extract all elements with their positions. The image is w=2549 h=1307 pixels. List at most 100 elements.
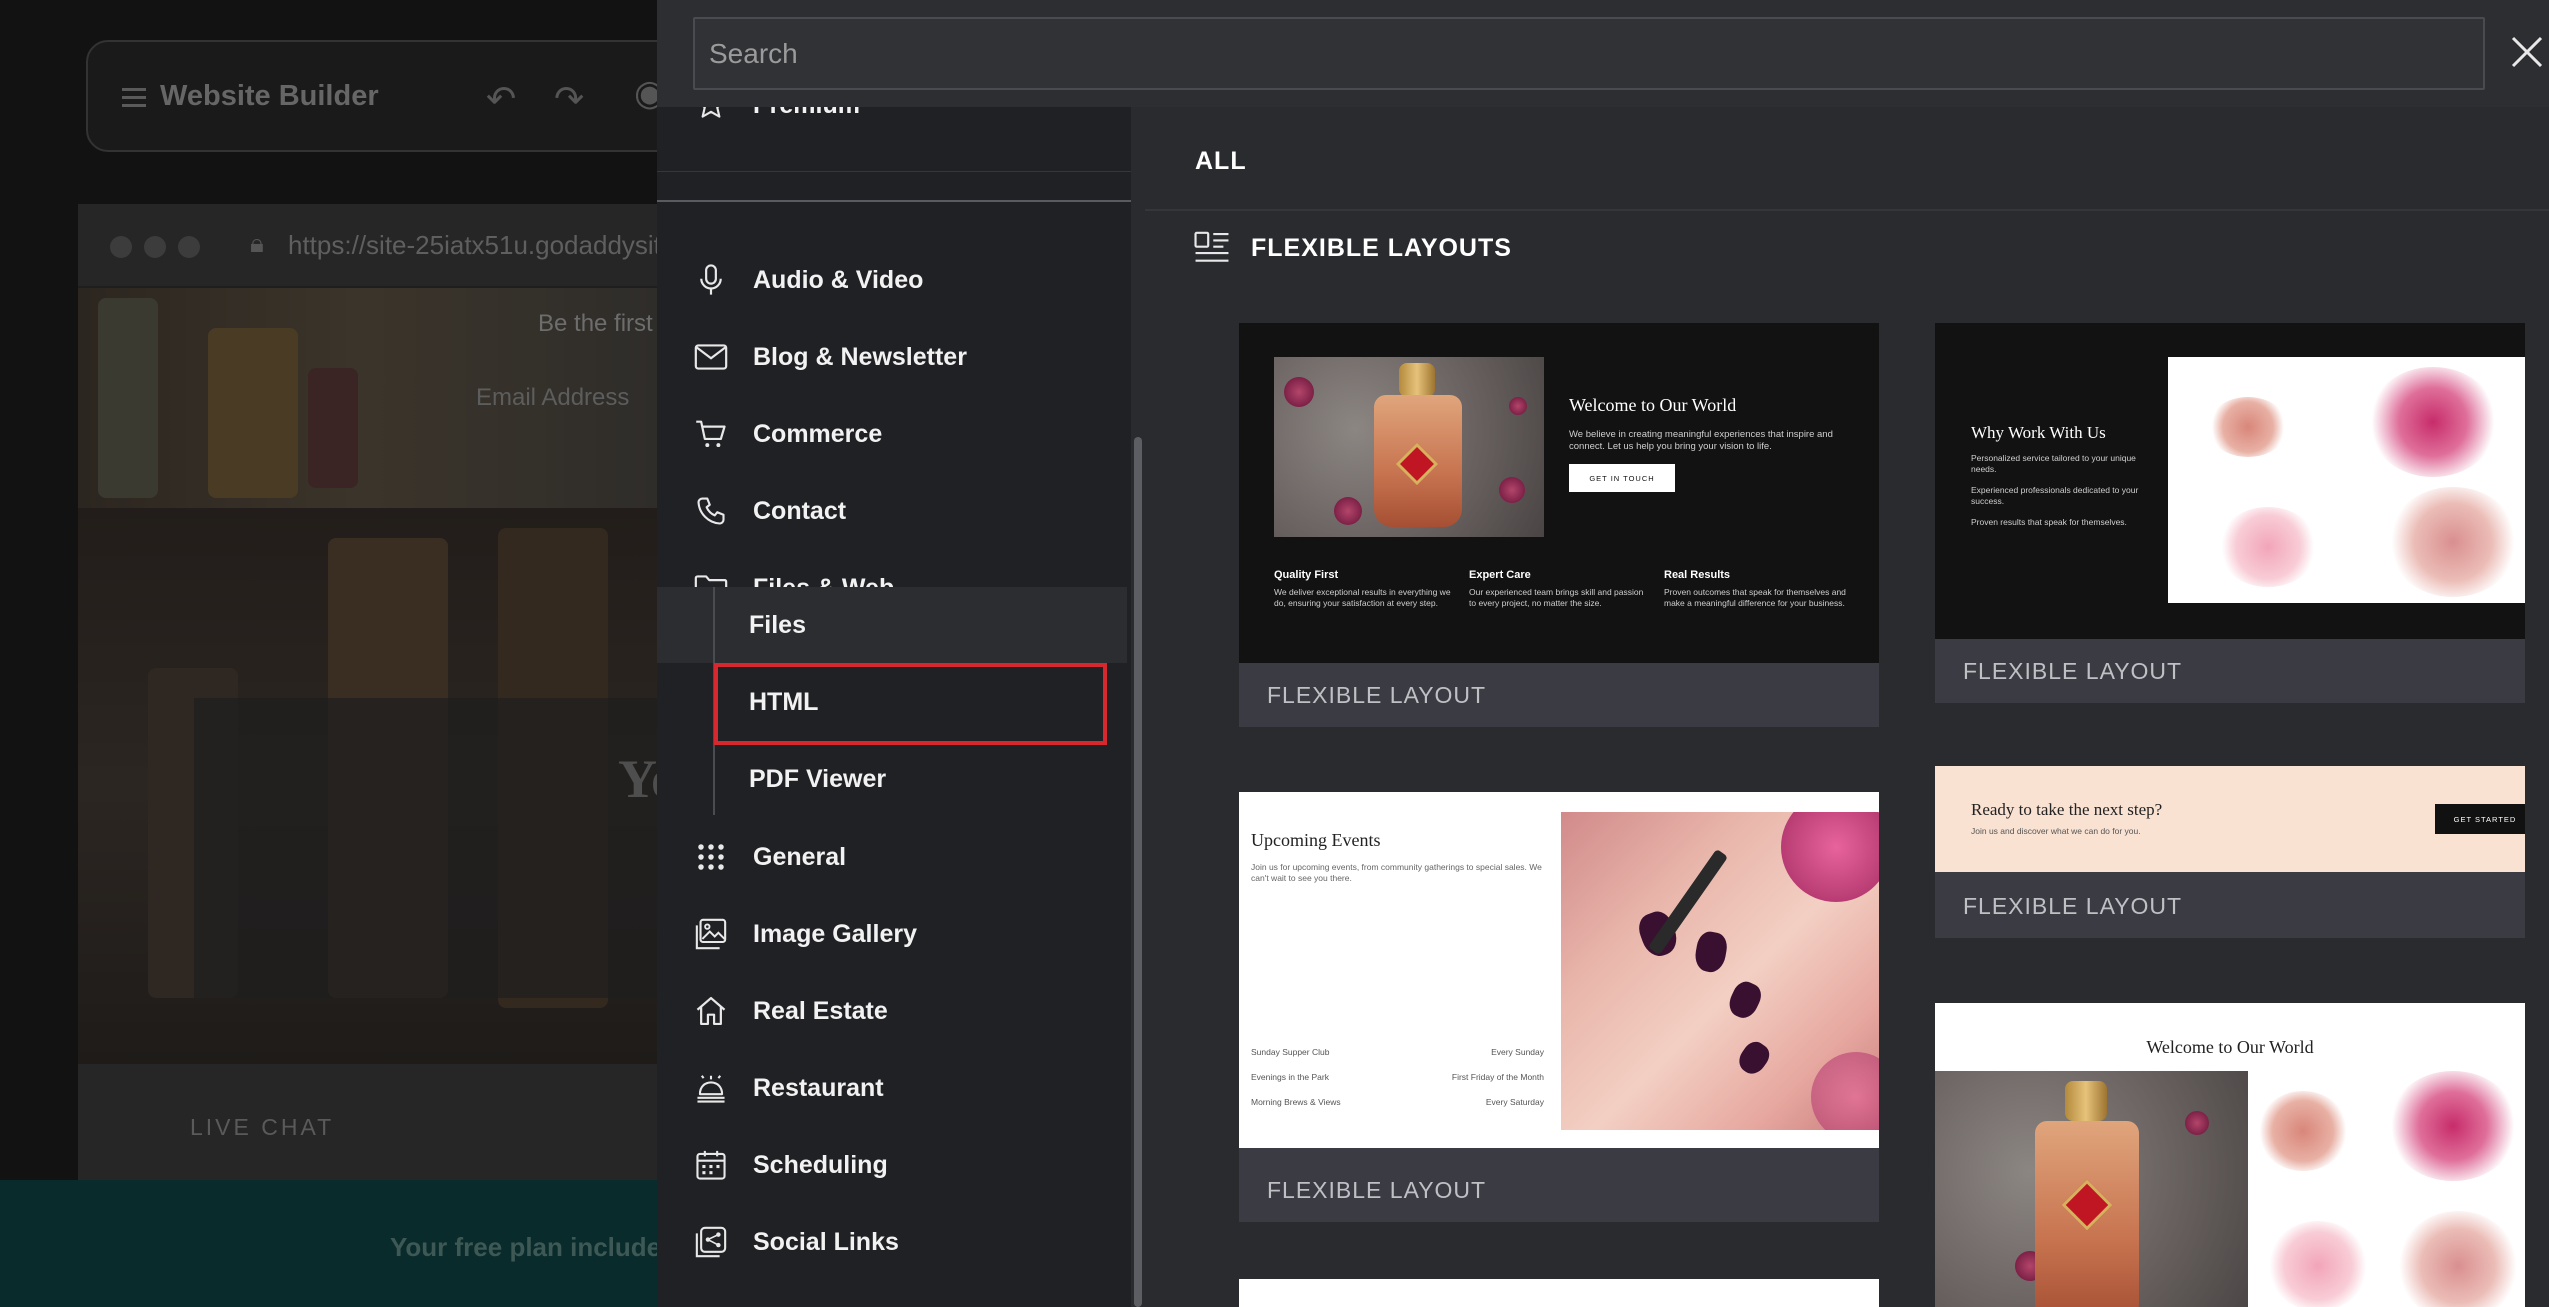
flexible-layouts-icon <box>1193 229 1231 267</box>
sidebar-divider <box>657 200 1132 202</box>
editor-background: Website Builder ↶ ↷ ◉ Ur 🔒︎ https://site… <box>0 0 660 1307</box>
hamburger-menu-icon <box>122 88 146 108</box>
sidebar-item-label: Social Links <box>753 1227 899 1256</box>
layout-card[interactable]: Ready to take the next step? Join us and… <box>1935 766 2525 938</box>
event-when: Every Sunday <box>1491 1047 1544 1057</box>
search-bar <box>657 0 2549 107</box>
feature-title: Expert Care <box>1469 569 1531 581</box>
feature-title: Real Results <box>1664 569 1731 581</box>
card-caption: FLEXIBLE LAYOUT <box>1267 1176 1487 1203</box>
card-cta-button: GET IN TOUCH <box>1569 464 1675 492</box>
sidebar-item-label: Commerce <box>753 419 883 448</box>
calendar-icon <box>693 1147 729 1183</box>
sidebar-item-restaurant[interactable]: Restaurant <box>657 1050 1127 1126</box>
redo-icon: ↷ <box>554 78 585 119</box>
site-url: https://site-25iatx51u.godaddysite <box>288 230 660 260</box>
card-point: Experienced professionals dedicated to y… <box>1971 485 2139 506</box>
hero-section: Be the first Email Address <box>78 288 660 508</box>
sidebar-item-label: Blog & Newsletter <box>753 342 967 371</box>
food-cloche-icon <box>693 1070 729 1106</box>
lock-icon: 🔒︎ <box>250 228 264 258</box>
layout-card[interactable]: Upcoming Events Join us for upcoming eve… <box>1239 792 1879 1222</box>
feature-body: We deliver exceptional results in everyt… <box>1274 587 1451 608</box>
card-title: Ready to take the next step? <box>1971 800 2163 819</box>
section-header: FLEXIBLE LAYOUTS <box>1193 229 1512 267</box>
event-name: Evenings in the Park <box>1251 1072 1329 1082</box>
sidebar-item-blog-newsletter[interactable]: Blog & Newsletter <box>657 319 1127 395</box>
card-cta-button: GET STARTED <box>2435 804 2525 834</box>
star-icon <box>693 107 729 123</box>
makeup-powder-image <box>2168 357 2525 603</box>
card-title: Why Work With Us <box>1971 423 2106 442</box>
feature-body: Proven outcomes that speak for themselve… <box>1664 587 1846 608</box>
sidebar-scrollbar-thumb[interactable] <box>1134 437 1142 1307</box>
section-title: FLEXIBLE LAYOUTS <box>1251 233 1512 262</box>
microphone-icon <box>693 262 729 298</box>
grid-dots-icon <box>693 839 729 875</box>
card-caption: FLEXIBLE LAYOUT <box>1267 681 1487 708</box>
sidebar-item-label: Restaurant <box>753 1073 884 1102</box>
card-caption: FLEXIBLE LAYOUT <box>1963 657 2183 684</box>
card-title: Upcoming Events <box>1251 830 1381 850</box>
card-body: Join us for upcoming events, from commun… <box>1251 862 1542 883</box>
all-header: ALL <box>1145 107 2549 211</box>
free-plan-banner: Your free plan include <box>0 1180 660 1307</box>
editor-title: Website Builder <box>160 80 379 112</box>
sidebar-item-social-links[interactable]: Social Links <box>657 1204 1127 1280</box>
layout-thumbnail: Upcoming Events Join us for upcoming eve… <box>1239 792 1879 1148</box>
perfume-image <box>1274 357 1544 537</box>
sidebar-subitem-label: PDF Viewer <box>749 764 887 793</box>
makeup-powder-image <box>2248 1071 2525 1307</box>
layout-card[interactable] <box>1239 1279 1879 1307</box>
feature-body: Our experienced team brings skill and pa… <box>1469 587 1644 608</box>
editor-toolbar: Website Builder ↶ ↷ ◉ Ur <box>86 40 660 152</box>
sidebar-subitem-files[interactable]: Files <box>713 587 1127 663</box>
card-title: Welcome to Our World <box>1569 395 1737 415</box>
cart-icon <box>693 416 729 452</box>
phone-icon <box>693 493 729 529</box>
sidebar-item-scheduling[interactable]: Scheduling <box>657 1127 1127 1203</box>
sidebar-item-audio-video[interactable]: Audio & Video <box>657 242 1127 318</box>
card-caption: FLEXIBLE LAYOUT <box>1963 892 2183 919</box>
layout-thumbnail: Welcome to Our World We believe in creat… <box>1239 323 1879 663</box>
sidebar-item-real-estate[interactable]: Real Estate <box>657 973 1127 1049</box>
layout-thumbnail: Ready to take the next step? Join us and… <box>1935 766 2525 872</box>
sidebar-item-label: Real Estate <box>753 996 888 1025</box>
sidebar-item-label: Audio & Video <box>753 265 924 294</box>
layout-card[interactable]: Why Work With Us Personalized service ta… <box>1935 323 2525 703</box>
undo-icon: ↶ <box>486 78 517 119</box>
site-preview: 🔒︎ https://site-25iatx51u.godaddysite Be… <box>78 204 660 1204</box>
card-body: Join us and discover what we can do for … <box>1971 826 2141 836</box>
layout-card[interactable]: Welcome to Our World <box>1935 1003 2525 1307</box>
sidebar-item-label: General <box>753 842 847 871</box>
close-icon[interactable] <box>2505 30 2549 74</box>
event-when: Every Saturday <box>1485 1097 1544 1107</box>
layout-card[interactable]: Welcome to Our World We believe in creat… <box>1239 323 1879 727</box>
sidebar-item-label: Image Gallery <box>753 919 917 948</box>
sidebar-item-premium[interactable]: Premium <box>657 107 1127 143</box>
event-when: First Friday of the Month <box>1451 1072 1544 1082</box>
hero-heading: Yo <box>618 749 660 809</box>
card-point: Personalized service tailored to your un… <box>1971 453 2136 474</box>
house-icon <box>693 993 729 1029</box>
free-plan-text: Your free plan include <box>390 1232 660 1262</box>
social-share-icon <box>693 1224 729 1260</box>
sidebar-item-label: Premium <box>753 107 860 120</box>
manicure-image <box>1561 812 1879 1130</box>
all-label: ALL <box>1195 147 1247 175</box>
image-gallery-icon <box>693 916 729 952</box>
card-title: Welcome to Our World <box>2146 1037 2314 1057</box>
sidebar-item-general[interactable]: General <box>657 819 1127 895</box>
sidebar-item-image-gallery[interactable]: Image Gallery <box>657 896 1127 972</box>
event-name: Sunday Supper Club <box>1251 1047 1330 1057</box>
event-name: Morning Brews & Views <box>1251 1097 1341 1107</box>
layout-thumbnail: Welcome to Our World <box>1935 1003 2525 1307</box>
sidebar-item-commerce[interactable]: Commerce <box>657 396 1127 472</box>
section-picker-panel: Premium Audio & Video Blog & Newsletter … <box>657 0 2549 1307</box>
envelope-icon <box>693 339 729 375</box>
search-input[interactable] <box>693 17 2485 90</box>
sidebar-subitem-pdf-viewer[interactable]: PDF Viewer <box>713 741 1127 817</box>
perfume-image <box>1935 1071 2248 1307</box>
sidebar-item-contact[interactable]: Contact <box>657 473 1127 549</box>
category-sidebar: Premium Audio & Video Blog & Newsletter … <box>657 107 1145 1307</box>
